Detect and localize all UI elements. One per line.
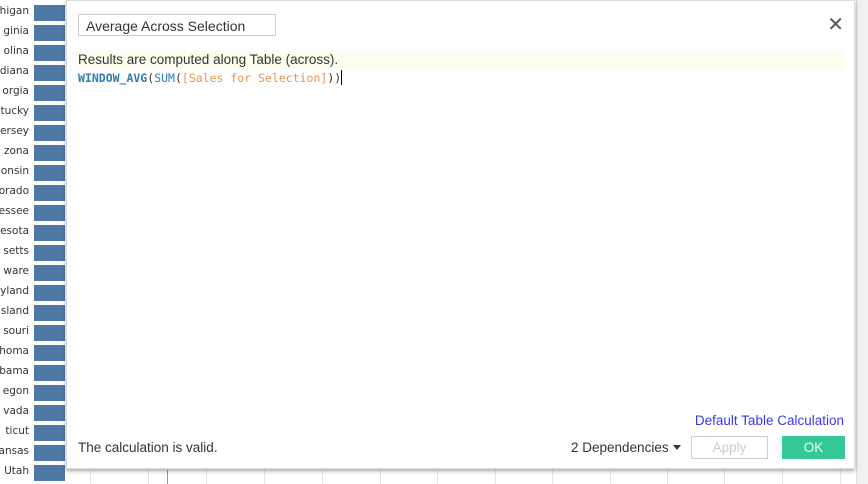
bar[interactable] [34,445,65,461]
chart-row: egon [0,383,65,403]
row-label: setts [3,245,29,257]
row-label: orgia [2,85,29,97]
row-label: ware [3,265,29,277]
chart-row: zona [0,143,65,163]
bar[interactable] [34,285,65,301]
bar[interactable] [34,145,65,161]
close-icon[interactable]: ✕ [827,15,844,35]
bar[interactable] [34,25,65,41]
bar[interactable] [34,105,65,121]
chart-row: souri [0,323,65,343]
bar[interactable] [34,365,65,381]
validation-status: The calculation is valid. [78,440,218,455]
row-label: orado [0,185,29,197]
row-label: diana [0,65,29,77]
bar[interactable] [34,325,65,341]
bar[interactable] [34,465,65,481]
bar[interactable] [34,125,65,141]
bar[interactable] [34,385,65,401]
formula-paren: )) [327,71,342,85]
ok-button[interactable]: OK [782,436,845,459]
dependencies-label: 2 Dependencies [571,440,669,455]
bar[interactable] [34,85,65,101]
dependencies-dropdown[interactable]: 2 Dependencies [571,440,681,455]
chart-row: homa [0,343,65,363]
bar[interactable] [34,45,65,61]
bar[interactable] [34,65,65,81]
text-caret [341,70,343,85]
row-label: egon [2,385,29,397]
chart-row: orgia [0,83,65,103]
chart-row: tucky [0,103,65,123]
chart-row: Utah [0,463,65,483]
chart-row: bama [0,363,65,383]
row-labels: higan ginia olina diana orgia tucky ersey zona o… [0,3,65,483]
chart-row: ginia [0,23,65,43]
default-table-calculation-link[interactable]: Default Table Calculation [695,413,844,428]
formula-function: WINDOW_AVG [78,71,148,85]
chart-row: yland [0,283,65,303]
row-label: souri [3,325,29,337]
chart-row: diana [0,63,65,83]
row-label: onsin [0,165,29,177]
bar[interactable] [34,405,65,421]
row-label: ticut [5,425,29,437]
bar[interactable] [34,185,65,201]
formula-function-inner: SUM [154,71,175,85]
chart-row: ansas [0,443,65,463]
row-label: bama [0,365,29,377]
chevron-down-icon [672,445,681,450]
chart-row: essee [0,203,65,223]
bar[interactable] [34,345,65,361]
formula-paren: ( [174,71,182,85]
chart-row: vada [0,403,65,423]
formula-field: [Sales for Selection] [181,71,328,85]
chart-row: orado [0,183,65,203]
calculation-dialog: Average Across Selection ✕ Results are c… [66,0,855,469]
bar[interactable] [34,425,65,441]
row-label: Utah [4,465,29,477]
bar[interactable] [34,265,65,281]
chart-row: sland [0,303,65,323]
compute-info: Results are computed along Table (across… [78,52,339,67]
row-label: tucky [0,105,29,117]
chart-row: ersey [0,123,65,143]
bar[interactable] [34,165,65,181]
calc-name-input[interactable]: Average Across Selection [78,14,276,36]
row-label: esota [0,225,29,237]
row-label: ginia [3,25,29,37]
row-label: ansas [0,445,29,457]
row-label: vada [3,405,29,417]
chart-row: olina [0,43,65,63]
bar[interactable] [34,245,65,261]
row-label: homa [0,345,29,357]
chart-row: onsin [0,163,65,183]
bar[interactable] [34,225,65,241]
row-label: zona [3,145,29,157]
bar[interactable] [34,205,65,221]
row-label: olina [3,45,29,57]
row-label: sland [0,305,29,317]
row-label: higan [0,5,29,17]
row-label: ersey [0,125,29,137]
bar[interactable] [34,5,65,21]
chart-row: setts [0,243,65,263]
apply-button[interactable]: Apply [691,436,768,459]
chart-row: higan [0,3,65,23]
row-label: essee [0,205,29,217]
row-label: yland [0,285,29,297]
chart-row: ticut [0,423,65,443]
bar[interactable] [34,305,65,321]
chart-row: esota [0,223,65,243]
side-panel-strip [856,0,868,484]
chart-row: ware [0,263,65,283]
formula-text[interactable]: WINDOW_AVG(SUM([Sales for Selection])) [78,70,343,85]
